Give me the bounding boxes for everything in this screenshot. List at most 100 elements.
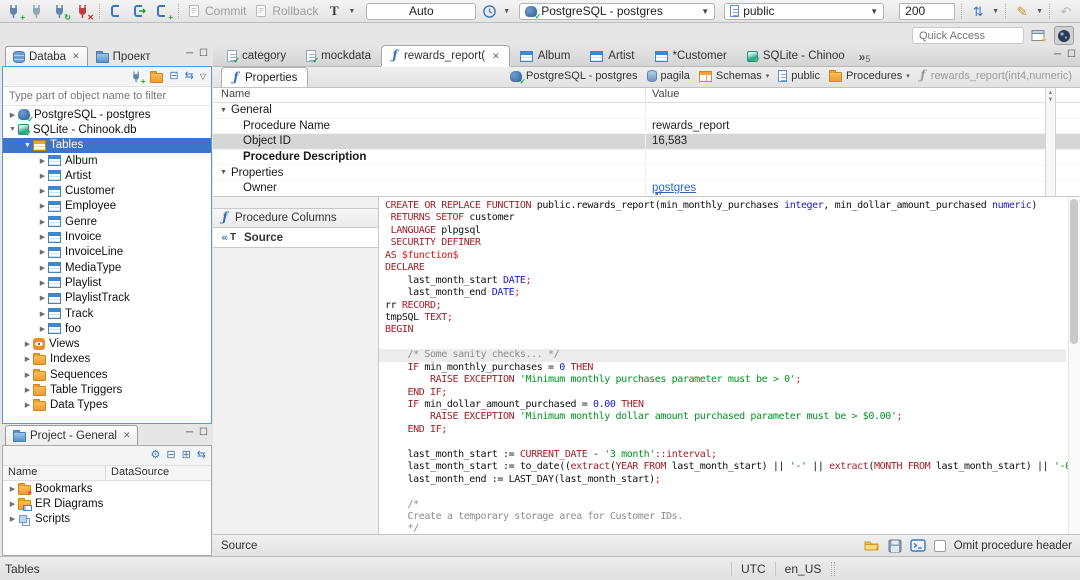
minimize-icon[interactable]: ─ xyxy=(186,48,193,60)
editor-tab-album[interactable]: Album xyxy=(510,45,581,66)
tree-item-postgresql-postgres[interactable]: ▶ PostgreSQL - postgres xyxy=(3,107,211,125)
maximize-icon[interactable]: ☐ xyxy=(199,427,208,439)
collapsed-arrow-icon[interactable]: ▶ xyxy=(37,202,48,210)
minimize-icon[interactable]: ─ xyxy=(186,427,193,439)
tree-item-customer[interactable]: ▶ Customer xyxy=(3,183,211,198)
group-expanded-arrow-icon[interactable]: ▼ xyxy=(220,169,227,176)
editor-tab-rewards-report[interactable]: ƒ rewards_report(✕ xyxy=(380,45,510,66)
tree-item-data-types[interactable]: ▶ Data Types xyxy=(3,398,211,413)
code-line[interactable] xyxy=(385,436,1066,448)
tree-item-invoiceline[interactable]: ▶ InvoiceLine xyxy=(3,245,211,260)
project-item-er-diagrams[interactable]: ▶ ER Diagrams xyxy=(3,496,211,511)
collapsed-arrow-icon[interactable]: ▶ xyxy=(22,340,33,348)
dropdown-caret-icon[interactable]: ▼ xyxy=(1036,8,1043,15)
collapsed-arrow-icon[interactable]: ▶ xyxy=(37,157,48,165)
connect-to-database-button[interactable]: + xyxy=(128,69,145,85)
tree-item-sequences[interactable]: ▶ Sequences xyxy=(3,367,211,382)
tab-project-general[interactable]: Project - General ✕ xyxy=(5,425,139,445)
breadcrumb-item-schemas[interactable]: Schemas ▾ xyxy=(698,70,770,82)
project-item-scripts[interactable]: ▶ Scripts xyxy=(3,512,211,527)
side-tab-procedure-columns[interactable]: ƒ Procedure Columns xyxy=(213,208,378,228)
dropdown-caret-icon[interactable]: ▾ xyxy=(766,72,770,80)
dropdown-caret-icon[interactable]: ▼ xyxy=(503,8,510,15)
grid-column-name[interactable]: Name xyxy=(213,88,645,102)
status-locale[interactable]: en_US xyxy=(785,562,822,576)
code-line[interactable]: END IF; xyxy=(385,424,1066,436)
grid-column-value[interactable]: Value xyxy=(645,88,1080,102)
code-line[interactable]: */ xyxy=(385,523,1066,534)
dropdown-caret-icon[interactable]: ▾ xyxy=(906,72,910,80)
collapsed-arrow-icon[interactable]: ▶ xyxy=(37,279,48,287)
code-line[interactable]: BEGIN xyxy=(385,324,1066,336)
open-perspective-button[interactable]: ★ xyxy=(1029,26,1049,45)
property-row-general[interactable]: ▼ General xyxy=(213,103,1080,119)
code-line[interactable]: tmpSQL TEXT; xyxy=(385,312,1066,324)
collapsed-arrow-icon[interactable]: ▶ xyxy=(37,172,48,180)
editor-tab-sqlite-chinoo[interactable]: SQLite - Chinoo xyxy=(737,45,855,66)
source-editor[interactable]: CREATE OR REPLACE FUNCTION public.reward… xyxy=(379,197,1080,534)
save-icon[interactable] xyxy=(888,539,902,553)
project-item-bookmarks[interactable]: ▶ Bookmarks xyxy=(3,481,211,497)
collapsed-arrow-icon[interactable]: ▶ xyxy=(37,233,48,241)
editor-tab-mockdata[interactable]: mockdata xyxy=(296,45,381,66)
editor-tab-artist[interactable]: Artist xyxy=(580,45,644,66)
collapsed-arrow-icon[interactable]: ▶ xyxy=(7,485,18,493)
code-line[interactable]: last_month_end := LAST_DAY(last_month_st… xyxy=(385,474,1066,486)
collapsed-arrow-icon[interactable]: ▶ xyxy=(37,294,48,302)
column-datasource[interactable]: DataSource xyxy=(106,466,169,480)
code-line[interactable]: Create a temporary storage area for Cust… xyxy=(385,511,1066,523)
active-schema-select[interactable]: public ▼ xyxy=(724,2,885,20)
collapsed-arrow-icon[interactable]: ▶ xyxy=(37,218,48,226)
code-line[interactable]: DECLARE xyxy=(385,262,1066,274)
collapsed-arrow-icon[interactable]: ▶ xyxy=(22,355,33,363)
tab-properties[interactable]: ƒ Properties xyxy=(221,67,309,87)
collapsed-arrow-icon[interactable]: ▶ xyxy=(37,310,48,318)
tree-item-foo[interactable]: ▶ foo xyxy=(3,321,211,336)
code-line[interactable]: CREATE OR REPLACE FUNCTION public.reward… xyxy=(385,200,1066,212)
open-file-icon[interactable] xyxy=(864,539,880,552)
tab-projects[interactable]: Проект xyxy=(88,46,159,66)
collapse-all-icon[interactable]: ⊟ xyxy=(166,450,175,461)
navigator-tree[interactable]: ▶PostgreSQL - postgres▼SQLite - Chinook.… xyxy=(3,106,211,423)
connect-button[interactable] xyxy=(27,1,47,21)
collapse-all-icon[interactable]: ⊟ xyxy=(169,71,178,82)
collapsed-arrow-icon[interactable]: ▶ xyxy=(22,371,33,379)
tree-item-table-triggers[interactable]: ▶ Table Triggers xyxy=(3,382,211,397)
autocommit-select[interactable]: Auto xyxy=(366,2,477,20)
tree-item-views[interactable]: ▶ Views xyxy=(3,336,211,351)
property-row-properties[interactable]: ▼ Properties xyxy=(213,165,1080,181)
close-icon[interactable]: ✕ xyxy=(123,430,131,441)
scroll-down-icon[interactable]: ▼ xyxy=(1048,97,1054,103)
code-line[interactable]: last_month_start := to_date((extract(YEA… xyxy=(385,461,1071,473)
breadcrumb-item-procedures[interactable]: Procedures ▾ xyxy=(829,70,910,82)
transaction-jump-button[interactable] xyxy=(129,1,149,21)
property-row-owner[interactable]: Owner postgres xyxy=(213,180,1080,196)
code-line[interactable]: IF min_dollar_amount_purchased = 0.00 TH… xyxy=(385,399,1066,411)
expanded-arrow-icon[interactable]: ▼ xyxy=(7,126,18,133)
code-line[interactable]: last_month_end DATE; xyxy=(385,287,1066,299)
link-with-editor-icon[interactable]: ⇆ xyxy=(185,71,194,82)
omit-header-checkbox[interactable] xyxy=(933,539,946,552)
tree-item-track[interactable]: ▶ Track xyxy=(3,306,211,321)
code-line[interactable] xyxy=(385,337,1066,349)
tree-item-genre[interactable]: ▶ Genre xyxy=(3,214,211,229)
link-with-editor-icon[interactable]: ⇆ xyxy=(197,450,206,461)
dbeaver-perspective-button[interactable] xyxy=(1054,26,1074,45)
source-scrollbar[interactable] xyxy=(1068,197,1080,534)
collapsed-arrow-icon[interactable]: ▶ xyxy=(37,325,48,333)
code-line[interactable]: last_month_start DATE; xyxy=(385,275,1066,287)
tree-item-playlist[interactable]: ▶ Playlist xyxy=(3,275,211,290)
collapsed-arrow-icon[interactable]: ▶ xyxy=(37,264,48,272)
collapsed-arrow-icon[interactable]: ▶ xyxy=(7,111,18,119)
maximize-icon[interactable]: ☐ xyxy=(199,48,208,60)
tree-item-artist[interactable]: ▶ Artist xyxy=(3,168,211,183)
status-timezone[interactable]: UTC xyxy=(741,562,766,576)
new-connection-button[interactable]: + xyxy=(4,1,25,22)
code-line[interactable]: SECURITY DEFINER xyxy=(385,237,1066,249)
breadcrumb-item-pagila[interactable]: pagila xyxy=(646,70,690,82)
refresh-button[interactable]: ⇅ xyxy=(968,1,988,21)
collapsed-arrow-icon[interactable]: ▶ xyxy=(37,248,48,256)
code-line[interactable]: RAISE EXCEPTION 'Minimum monthly purchas… xyxy=(385,374,1066,386)
tree-item-indexes[interactable]: ▶ Indexes xyxy=(3,352,211,367)
grid-scrollbar[interactable]: ▲ ▼ xyxy=(1045,88,1056,196)
